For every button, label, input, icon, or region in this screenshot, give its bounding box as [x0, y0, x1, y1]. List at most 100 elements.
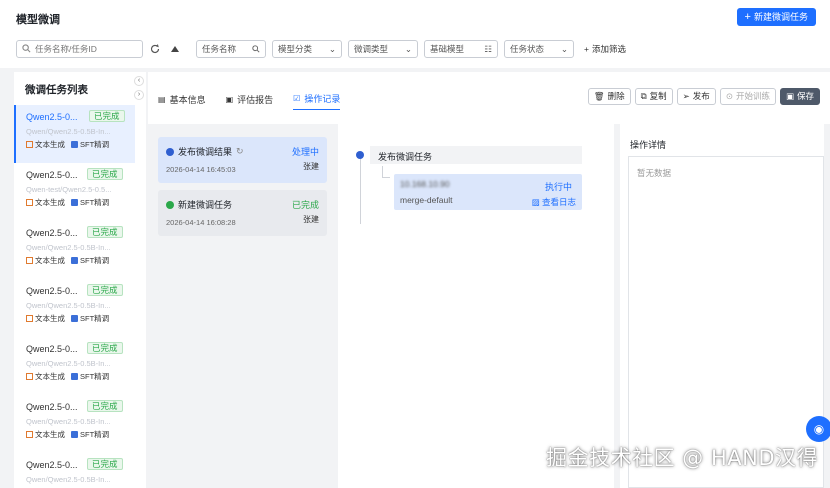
task-item[interactable]: Qwen2.5-0... 已完成 Qwen/Qwen2.5-0.5B-In...… [14, 221, 135, 279]
text-gen-icon [26, 141, 33, 148]
operation-detail-title: 操作详情 [630, 140, 667, 150]
status-badge: 已完成 [89, 110, 125, 122]
sft-icon [71, 141, 78, 148]
status-badge: 已完成 [87, 400, 123, 412]
send-icon: ➢ [682, 91, 690, 101]
task-tag-method: SFT精调 [71, 255, 109, 266]
operation-status: 已完成 [291, 200, 319, 210]
start-training-button[interactable]: ⊙ 开始训练 [719, 88, 776, 105]
task-list-title: 微调任务列表 [25, 84, 88, 96]
task-base-model: Qwen/Qwen2.5-0.5B-In... [26, 127, 111, 136]
filter-model-category-label: 模型分类 [278, 44, 313, 54]
filter-base-model-label: 基础模型 [430, 44, 465, 54]
operation-detail-content: 暂无数据 [628, 156, 824, 488]
task-tag-method: SFT精调 [71, 139, 109, 150]
operation-title: 新建微调任务 [178, 200, 233, 210]
refresh-icon[interactable] [148, 42, 162, 56]
copy-label: 复制 [649, 91, 667, 101]
watermark: 掘金技术社区 @ HAND汉得 [546, 446, 818, 470]
task-base-model: Qwen/Qwen2.5-0.5B-In... [26, 417, 111, 426]
operation-card[interactable]: 发布微调结果 ↻ 2026-04-14 16:45:03 处理中 张建 [158, 137, 327, 183]
delete-button[interactable]: 🗑 删除 [587, 88, 631, 105]
chevron-down-icon: ⌄ [560, 43, 568, 54]
filter-task-name-label: 任务名称 [202, 44, 237, 54]
sft-icon [71, 373, 78, 380]
add-filter-label: 添加筛选 [591, 44, 626, 54]
task-tag-type: 文本生成 [26, 429, 65, 440]
task-base-model: Qwen/Qwen2.5-0.5B-In... [26, 243, 111, 252]
search-field[interactable] [35, 44, 135, 54]
text-gen-icon [26, 315, 33, 322]
tab-operation-log[interactable]: ☑ 操作记录 [293, 92, 341, 110]
flow-dot-icon [356, 151, 364, 159]
node-status: 执行中 [544, 182, 572, 192]
new-task-button[interactable]: + 新建微调任务 [736, 8, 816, 26]
publish-button[interactable]: ➢ 发布 [676, 88, 716, 105]
filter-task-name[interactable]: 任务名称 [196, 40, 266, 58]
log-icon: ▨ [531, 197, 540, 207]
new-task-label: 新建微调任务 [753, 12, 808, 22]
loading-icon: ↻ [236, 146, 244, 156]
filter-task-status[interactable]: 任务状态 ⌄ [504, 40, 574, 58]
collapse-left-icon[interactable]: ‹ [134, 76, 144, 86]
task-item[interactable]: Qwen2.5-0... 已完成 Qwen-test/Qwen2.5-0.5..… [14, 163, 135, 221]
task-tag-type: 文本生成 [26, 139, 65, 150]
operation-time: 2026-04-14 16:08:28 [166, 218, 236, 227]
tab-eval-report[interactable]: ▣ 评估报告 [226, 92, 274, 110]
copy-button[interactable]: ⧉ 复制 [634, 88, 673, 105]
search-icon [252, 45, 260, 53]
task-base-model: Qwen-test/Qwen2.5-0.5... [26, 185, 112, 194]
tab-basic-info[interactable]: ▤ 基本信息 [158, 92, 206, 110]
text-gen-icon [26, 257, 33, 264]
flow-step-title: 发布微调任务 [370, 146, 582, 164]
task-item[interactable]: Qwen2.5-0... 已完成 Qwen/Qwen2.5-0.5B-In...… [14, 105, 135, 163]
operation-user: 张建 [303, 215, 319, 224]
filter-task-status-label: 任务状态 [510, 44, 545, 54]
filter-finetune-type[interactable]: 微调类型 ⌄ [348, 40, 418, 58]
sft-icon [71, 257, 78, 264]
task-item[interactable]: Qwen2.5-0... 已完成 Qwen/Qwen2.5-0.5B-In... [14, 453, 135, 488]
task-tag-method: SFT精调 [71, 313, 109, 324]
empty-text: 暂无数据 [637, 168, 672, 178]
tab-eval-report-label: 评估报告 [237, 94, 274, 105]
document-icon: ▤ [158, 94, 166, 104]
list-icon: ☷ [484, 43, 492, 54]
publish-label: 发布 [692, 91, 710, 101]
view-log-link[interactable]: ▨ 查看日志 [532, 196, 576, 208]
collapse-up-icon[interactable] [168, 42, 182, 56]
flow-branch [382, 166, 390, 178]
filter-base-model[interactable]: 基础模型 ☷ [424, 40, 498, 58]
text-gen-icon [26, 373, 33, 380]
expand-right-icon[interactable]: › [134, 90, 144, 100]
page-title: 模型微调 [16, 14, 60, 26]
add-filter-button[interactable]: + 添加筛选 [584, 43, 626, 55]
sft-icon [71, 431, 78, 438]
tab-operation-log-label: 操作记录 [304, 94, 341, 104]
copy-icon: ⧉ [640, 91, 647, 101]
task-tag-type: 文本生成 [26, 371, 65, 382]
operation-card[interactable]: 新建微调任务 2026-04-14 16:08:28 已完成 张建 [158, 190, 327, 236]
task-tag-method: SFT精调 [71, 371, 109, 382]
task-item[interactable]: Qwen2.5-0... 已完成 Qwen/Qwen2.5-0.5B-In...… [14, 337, 135, 395]
search-input[interactable] [16, 40, 143, 58]
save-icon: ▣ [785, 91, 794, 101]
task-tag-method: SFT精调 [71, 429, 109, 440]
tab-basic-info-label: 基本信息 [169, 94, 206, 105]
plus-icon: + [584, 44, 589, 54]
operation-detail-column: 操作详情 暂无数据 [614, 124, 830, 488]
operation-list: 发布微调结果 ↻ 2026-04-14 16:45:03 处理中 张建 新建微调任… [148, 124, 338, 488]
log-icon: ☑ [293, 94, 301, 103]
filter-model-category[interactable]: 模型分类 ⌄ [272, 40, 342, 58]
task-tag-type: 文本生成 [26, 313, 65, 324]
page-header: 模型微调 + 新建微调任务 任务名称 模型分类 ⌄ 微调类型 ⌄ [0, 0, 830, 68]
sft-icon [71, 315, 78, 322]
flow-node[interactable]: 10.168.10.90 merge-default 执行中 ▨ 查看日志 [394, 174, 582, 210]
task-item[interactable]: Qwen2.5-0... 已完成 Qwen/Qwen2.5-0.5B-In...… [14, 395, 135, 453]
check-icon [166, 200, 174, 209]
assistant-icon[interactable]: ◉ [806, 416, 830, 442]
chevron-down-icon: ⌄ [328, 43, 336, 54]
start-training-label: 开始训练 [735, 91, 770, 101]
save-button[interactable]: ▣ 保存 [779, 88, 820, 105]
task-item[interactable]: Qwen2.5-0... 已完成 Qwen/Qwen2.5-0.5B-In...… [14, 279, 135, 337]
filter-finetune-type-label: 微调类型 [354, 44, 389, 54]
